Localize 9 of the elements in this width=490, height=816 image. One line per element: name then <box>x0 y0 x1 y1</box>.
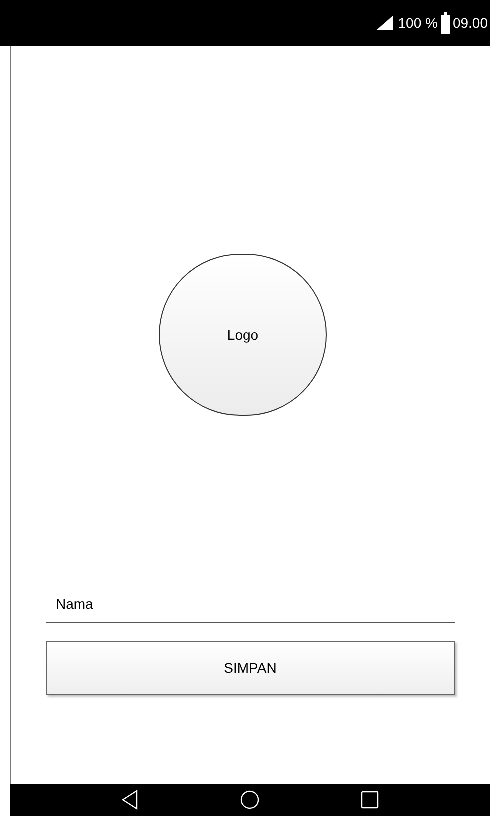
battery-percentage: 100 % <box>398 14 438 32</box>
recent-apps-icon[interactable] <box>361 791 380 809</box>
save-button[interactable]: SIMPAN <box>46 641 455 695</box>
back-icon[interactable] <box>120 790 139 810</box>
home-icon[interactable] <box>240 790 260 810</box>
signal-icon <box>375 14 396 32</box>
name-input-field[interactable]: Nama <box>46 585 455 623</box>
clock: 09.00 <box>452 14 488 32</box>
battery-icon <box>440 12 450 34</box>
